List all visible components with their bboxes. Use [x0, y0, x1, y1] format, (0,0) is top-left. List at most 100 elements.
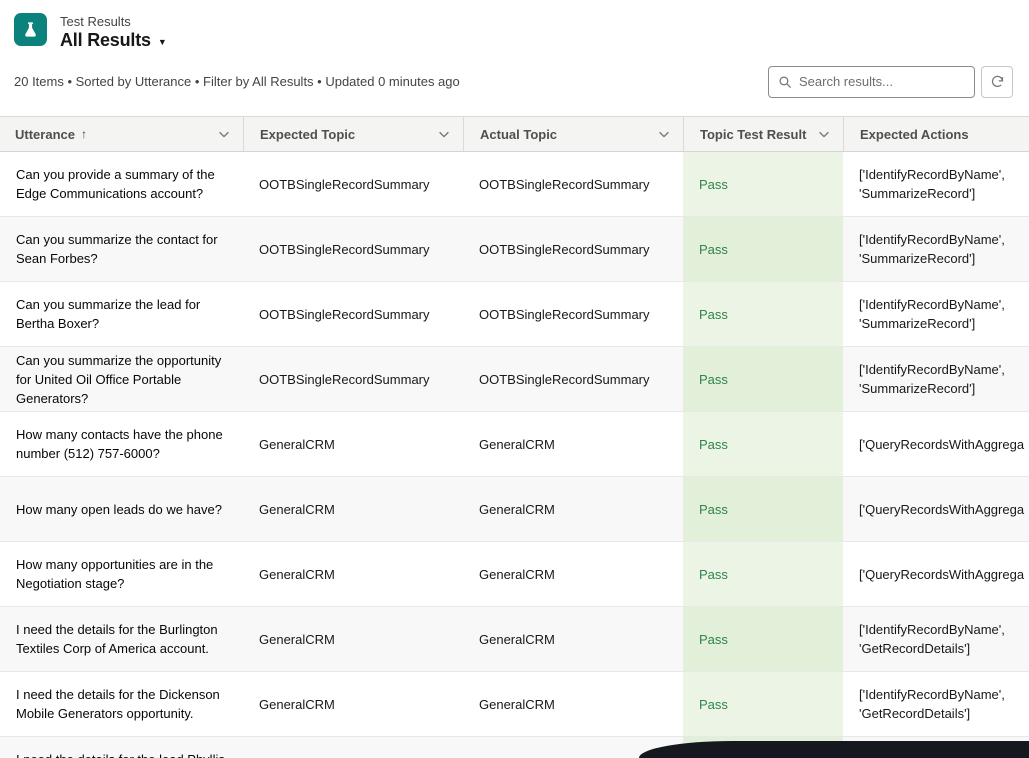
cell-utterance: How many open leads do we have?: [0, 477, 243, 541]
chevron-down-icon[interactable]: [809, 127, 831, 141]
table-row[interactable]: How many opportunities are in the Negoti…: [0, 542, 1029, 607]
search-icon: [778, 75, 792, 89]
cell-utterance-text: Can you provide a summary of the Edge Co…: [16, 165, 227, 203]
list-toolbar: 20 Items • Sorted by Utterance • Filter …: [0, 51, 1029, 100]
cell-topic-test-result-text: Pass: [699, 500, 728, 519]
cell-topic-test-result-text: Pass: [699, 695, 728, 714]
cell-topic-test-result-text: Pass: [699, 175, 728, 194]
cell-actual-topic-text: GeneralCRM: [479, 695, 555, 714]
table-row[interactable]: I need the details for the Burlington Te…: [0, 607, 1029, 672]
cell-topic-test-result: Pass: [683, 672, 843, 736]
cell-topic-test-result-text: Pass: [699, 630, 728, 649]
cell-expected-topic-text: GeneralCRM: [259, 435, 335, 454]
cell-topic-test-result-text: Pass: [699, 305, 728, 324]
cell-expected-topic-text: GeneralCRM: [259, 565, 335, 584]
cell-expected-actions-text: ['QueryRecordsWithAggrega: [859, 565, 1024, 584]
cell-utterance: I need the details for the Dickenson Mob…: [0, 672, 243, 736]
cell-expected-actions-text: ['IdentifyRecordByName', 'SummarizeRecor…: [859, 295, 1029, 333]
cell-topic-test-result: Pass: [683, 152, 843, 216]
cell-expected-topic: OOTBSingleRecordSummary: [243, 282, 463, 346]
page-header: Test Results All Results ▼: [0, 0, 1029, 51]
header-titles: Test Results All Results ▼: [60, 13, 167, 51]
cell-actual-topic: GeneralCRM: [463, 607, 683, 671]
column-label: Expected Topic: [260, 127, 355, 142]
table-row[interactable]: Can you summarize the contact for Sean F…: [0, 217, 1029, 282]
cell-expected-topic-text: GeneralCRM: [259, 630, 335, 649]
cell-expected-topic: GeneralCRM: [243, 672, 463, 736]
chevron-down-icon[interactable]: [209, 127, 231, 141]
column-header-expected-actions[interactable]: Expected Actions: [843, 117, 1029, 151]
cell-topic-test-result-text: Pass: [699, 435, 728, 454]
cell-expected-actions-text: ['QueryRecordsWithAggrega: [859, 435, 1024, 454]
cell-actual-topic: OOTBSingleRecordSummary: [463, 217, 683, 281]
table-row[interactable]: How many contacts have the phone number …: [0, 412, 1029, 477]
cell-expected-actions-text: ['IdentifyRecordByName', 'SummarizeRecor…: [859, 230, 1029, 268]
cell-actual-topic-text: OOTBSingleRecordSummary: [479, 305, 650, 324]
cell-expected-actions: ['IdentifyRecordByName', 'GetRecordDetai…: [843, 607, 1029, 671]
cell-utterance: I need the details for the lead Phyllis: [0, 737, 243, 758]
cell-utterance-text: How many opportunities are in the Negoti…: [16, 555, 227, 593]
cell-expected-actions: ['IdentifyRecordByName', 'SummarizeRecor…: [843, 347, 1029, 411]
column-header-actual-topic[interactable]: Actual Topic: [463, 117, 683, 151]
cell-expected-actions: ['IdentifyRecordByName', 'SummarizeRecor…: [843, 282, 1029, 346]
cell-expected-actions-text: ['QueryRecordsWithAggrega: [859, 500, 1024, 519]
cell-expected-actions-text: ['IdentifyRecordByName', 'SummarizeRecor…: [859, 360, 1029, 398]
refresh-button[interactable]: [981, 66, 1013, 98]
cell-expected-topic-text: OOTBSingleRecordSummary: [259, 305, 430, 324]
cell-topic-test-result: Pass: [683, 282, 843, 346]
column-label: Utterance: [15, 127, 75, 142]
table-row[interactable]: Can you summarize the lead for Bertha Bo…: [0, 282, 1029, 347]
list-summary: 20 Items • Sorted by Utterance • Filter …: [14, 74, 460, 89]
table-row[interactable]: Can you summarize the opportunity for Un…: [0, 347, 1029, 412]
column-label: Topic Test Result: [700, 127, 806, 142]
cell-actual-topic: GeneralCRM: [463, 542, 683, 606]
chevron-down-icon[interactable]: [649, 127, 671, 141]
table-row[interactable]: I need the details for the Dickenson Mob…: [0, 672, 1029, 737]
cell-expected-topic: OOTBSingleRecordSummary: [243, 217, 463, 281]
table-row[interactable]: Can you provide a summary of the Edge Co…: [0, 152, 1029, 217]
cell-expected-actions: ['QueryRecordsWithAggrega: [843, 542, 1029, 606]
cell-expected-topic: OOTBSingleRecordSummary: [243, 152, 463, 216]
cell-expected-topic: [243, 737, 463, 758]
cell-expected-actions-text: ['IdentifyRecordByName', 'GetRecordDetai…: [859, 620, 1029, 658]
cell-utterance-text: Can you summarize the opportunity for Un…: [16, 351, 227, 408]
bottom-panel-edge: [639, 741, 1029, 758]
refresh-icon: [990, 74, 1005, 89]
cell-topic-test-result: Pass: [683, 347, 843, 411]
cell-expected-actions: ['IdentifyRecordByName', 'GetRecordDetai…: [843, 672, 1029, 736]
cell-utterance: Can you provide a summary of the Edge Co…: [0, 152, 243, 216]
table-header: Utterance ↑ Expected Topic Actual Topic: [0, 117, 1029, 152]
cell-utterance: How many opportunities are in the Negoti…: [0, 542, 243, 606]
view-label: All Results: [60, 30, 151, 51]
cell-expected-topic-text: OOTBSingleRecordSummary: [259, 175, 430, 194]
cell-topic-test-result-text: Pass: [699, 240, 728, 259]
cell-expected-actions: ['QueryRecordsWithAggrega: [843, 412, 1029, 476]
search-box[interactable]: [768, 66, 975, 98]
cell-expected-topic: GeneralCRM: [243, 542, 463, 606]
cell-expected-topic: OOTBSingleRecordSummary: [243, 347, 463, 411]
test-results-flask-icon: [14, 13, 47, 46]
cell-topic-test-result: Pass: [683, 412, 843, 476]
table-row[interactable]: How many open leads do we have? GeneralCR…: [0, 477, 1029, 542]
search-input[interactable]: [799, 74, 965, 89]
chevron-down-icon[interactable]: [429, 127, 451, 141]
list-view-selector[interactable]: All Results ▼: [60, 30, 167, 51]
cell-utterance-text: I need the details for the Dickenson Mob…: [16, 685, 227, 723]
column-header-utterance[interactable]: Utterance ↑: [0, 117, 243, 151]
cell-utterance-text: Can you summarize the contact for Sean F…: [16, 230, 227, 268]
cell-topic-test-result: Pass: [683, 542, 843, 606]
cell-actual-topic-text: OOTBSingleRecordSummary: [479, 370, 650, 389]
cell-expected-actions: ['IdentifyRecordByName', 'SummarizeRecor…: [843, 217, 1029, 281]
cell-topic-test-result-text: Pass: [699, 370, 728, 389]
chevron-down-icon: ▼: [158, 37, 167, 47]
cell-expected-actions-text: ['IdentifyRecordByName', 'SummarizeRecor…: [859, 165, 1029, 203]
table-body: Can you provide a summary of the Edge Co…: [0, 152, 1029, 758]
cell-expected-actions: ['IdentifyRecordByName', 'SummarizeRecor…: [843, 152, 1029, 216]
cell-actual-topic: GeneralCRM: [463, 672, 683, 736]
cell-utterance: Can you summarize the lead for Bertha Bo…: [0, 282, 243, 346]
column-header-expected-topic[interactable]: Expected Topic: [243, 117, 463, 151]
cell-actual-topic: OOTBSingleRecordSummary: [463, 282, 683, 346]
column-header-topic-test-result[interactable]: Topic Test Result: [683, 117, 843, 151]
cell-actual-topic: GeneralCRM: [463, 477, 683, 541]
cell-expected-topic-text: OOTBSingleRecordSummary: [259, 240, 430, 259]
